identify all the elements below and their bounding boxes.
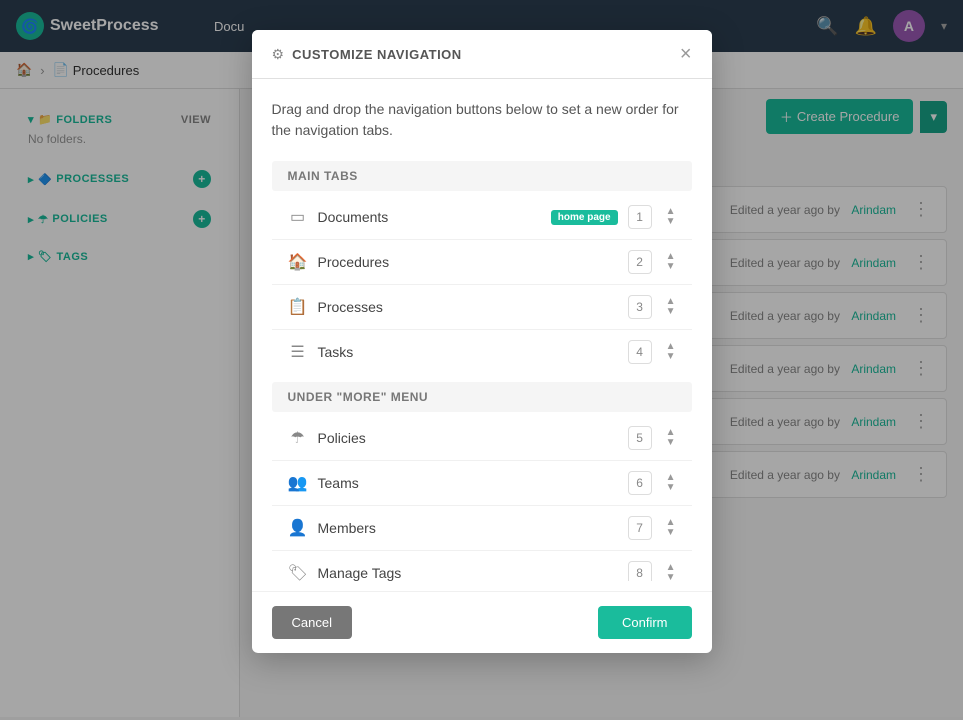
teams-nav-label: Teams <box>318 475 618 491</box>
processes-down-arrow[interactable]: ▼ <box>666 307 676 317</box>
procedures-nav-label: Procedures <box>318 254 618 270</box>
tasks-arrows[interactable]: ▲ ▼ <box>666 342 676 362</box>
manage-tags-down-arrow[interactable]: ▼ <box>666 573 676 581</box>
procedures-nav-icon: 🏠 <box>288 252 308 272</box>
manage-tags-order-num: 8 <box>628 561 652 581</box>
main-tabs-header: MAIN TABS <box>272 161 692 191</box>
members-nav-icon: 👤 <box>288 518 308 538</box>
processes-nav-icon: 📋 <box>288 297 308 317</box>
policies-nav-label: Policies <box>318 430 618 446</box>
modal-body: Drag and drop the navigation buttons bel… <box>252 79 712 591</box>
procedures-order-num: 2 <box>628 250 652 274</box>
modal-scroll-area: MAIN TABS ▭ Documents home page 1 ▲ ▼ 🏠 <box>272 161 692 581</box>
tasks-nav-label: Tasks <box>318 344 618 360</box>
members-down-arrow[interactable]: ▼ <box>666 528 676 538</box>
processes-order-num: 3 <box>628 295 652 319</box>
modal-overlay: ⚙ CUSTOMIZE NAVIGATION × Drag and drop t… <box>0 0 963 720</box>
modal-title-area: ⚙ CUSTOMIZE NAVIGATION <box>272 46 462 63</box>
manage-tags-arrows[interactable]: ▲ ▼ <box>666 563 676 581</box>
teams-down-arrow[interactable]: ▼ <box>666 483 676 493</box>
modal-header: ⚙ CUSTOMIZE NAVIGATION × <box>252 30 712 79</box>
processes-arrows[interactable]: ▲ ▼ <box>666 297 676 317</box>
tasks-order-num: 4 <box>628 340 652 364</box>
cancel-button[interactable]: Cancel <box>272 606 352 639</box>
procedures-arrows[interactable]: ▲ ▼ <box>666 252 676 272</box>
settings-icon: ⚙ <box>272 46 285 63</box>
tasks-nav-icon: ☰ <box>288 342 308 362</box>
modal-description: Drag and drop the navigation buttons bel… <box>272 99 692 141</box>
policies-arrows[interactable]: ▲ ▼ <box>666 428 676 448</box>
modal-close-button[interactable]: × <box>680 44 692 64</box>
more-menu-header: UNDER "MORE" MENU <box>272 382 692 412</box>
members-nav-label: Members <box>318 520 618 536</box>
manage-tags-nav-label: Manage Tags <box>318 565 618 581</box>
nav-item-manage-tags[interactable]: 🏷 Manage Tags 8 ▲ ▼ <box>272 551 692 581</box>
nav-item-processes[interactable]: 📋 Processes 3 ▲ ▼ <box>272 285 692 330</box>
processes-nav-label: Processes <box>318 299 618 315</box>
nav-item-policies[interactable]: ☂ Policies 5 ▲ ▼ <box>272 416 692 461</box>
modal-title: CUSTOMIZE NAVIGATION <box>292 47 462 62</box>
nav-item-members[interactable]: 👤 Members 7 ▲ ▼ <box>272 506 692 551</box>
nav-item-procedures[interactable]: 🏠 Procedures 2 ▲ ▼ <box>272 240 692 285</box>
nav-item-teams[interactable]: 👥 Teams 6 ▲ ▼ <box>272 461 692 506</box>
documents-order-num: 1 <box>628 205 652 229</box>
members-order-num: 7 <box>628 516 652 540</box>
policies-nav-icon: ☂ <box>288 428 308 448</box>
more-menu-section: UNDER "MORE" MENU ☂ Policies 5 ▲ ▼ 👥 Tea… <box>272 382 692 581</box>
documents-icon: ▭ <box>288 207 308 227</box>
documents-label: Documents <box>318 209 541 225</box>
manage-tags-nav-icon: 🏷 <box>288 563 308 581</box>
confirm-button[interactable]: Confirm <box>598 606 692 639</box>
modal-footer: Cancel Confirm <box>252 591 712 653</box>
policies-order-num: 5 <box>628 426 652 450</box>
documents-arrows[interactable]: ▲ ▼ <box>666 207 676 227</box>
nav-item-tasks[interactable]: ☰ Tasks 4 ▲ ▼ <box>272 330 692 374</box>
tasks-down-arrow[interactable]: ▼ <box>666 352 676 362</box>
nav-item-documents[interactable]: ▭ Documents home page 1 ▲ ▼ <box>272 195 692 240</box>
members-arrows[interactable]: ▲ ▼ <box>666 518 676 538</box>
customize-navigation-modal: ⚙ CUSTOMIZE NAVIGATION × Drag and drop t… <box>252 30 712 653</box>
teams-arrows[interactable]: ▲ ▼ <box>666 473 676 493</box>
documents-down-arrow[interactable]: ▼ <box>666 217 676 227</box>
home-page-badge: home page <box>551 210 618 225</box>
policies-down-arrow[interactable]: ▼ <box>666 438 676 448</box>
procedures-down-arrow[interactable]: ▼ <box>666 262 676 272</box>
teams-order-num: 6 <box>628 471 652 495</box>
teams-nav-icon: 👥 <box>288 473 308 493</box>
main-tabs-section: MAIN TABS ▭ Documents home page 1 ▲ ▼ 🏠 <box>272 161 692 374</box>
